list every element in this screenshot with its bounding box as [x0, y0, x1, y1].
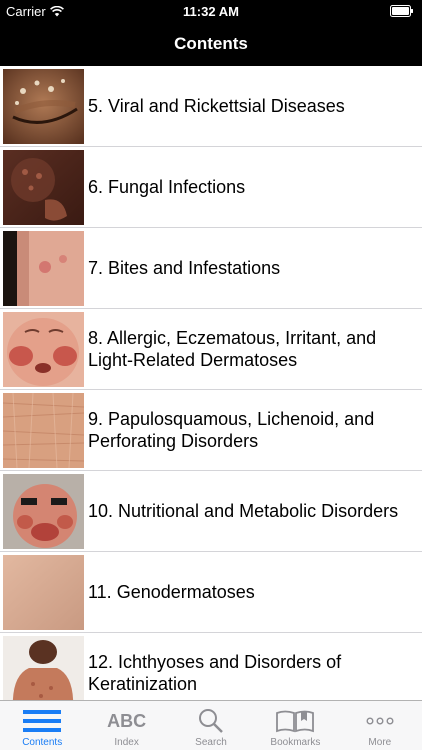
- list-item-chapter-11[interactable]: 11. Genodermatoses: [0, 552, 422, 633]
- list-item-chapter-12[interactable]: 12. Ichthyoses and Disorders of Keratini…: [0, 633, 422, 700]
- list-item-label: 12. Ichthyoses and Disorders of Keratini…: [88, 652, 342, 694]
- tab-contents[interactable]: Contents: [0, 701, 84, 750]
- book-icon: [276, 710, 315, 733]
- child-torso-thumbnail: [3, 636, 84, 700]
- list-item-chapter-8[interactable]: 8. Allergic, Eczematous, Irritant, and L…: [0, 309, 422, 390]
- list-item-label: 11. Genodermatoses: [88, 582, 255, 602]
- tab-label: Bookmarks: [270, 737, 321, 748]
- tab-label: Index: [114, 737, 139, 748]
- tab-label: Contents: [22, 737, 63, 748]
- list-item-label: 5. Viral and Rickettsial Diseases: [88, 96, 345, 116]
- arm-bite-thumbnail: [3, 231, 84, 306]
- list-item-label: 8. Allergic, Eczematous, Irritant, and L…: [88, 328, 377, 370]
- contents-list[interactable]: 5. Viral and Rickettsial Diseases 6. Fun…: [0, 66, 422, 700]
- list-item-label: 10. Nutritional and Metabolic Disorders: [88, 501, 399, 521]
- tab-index[interactable]: ABC Index: [84, 701, 168, 750]
- tab-label: More: [368, 737, 392, 748]
- more-icon: [366, 717, 394, 725]
- tab-bar: Contents ABC Index Search Bookmarks More: [0, 700, 422, 750]
- abc-icon: ABC: [107, 710, 147, 731]
- tab-search[interactable]: Search: [169, 701, 253, 750]
- closed-eye-lesion-thumbnail: [3, 69, 84, 144]
- status-time: 11:32 AM: [183, 4, 239, 19]
- search-icon: [199, 709, 223, 733]
- list-item-chapter-9[interactable]: 9. Papulosquamous, Lichenoid, and Perfor…: [0, 390, 422, 471]
- tab-bookmarks[interactable]: Bookmarks: [253, 701, 337, 750]
- tab-label: Search: [195, 737, 227, 748]
- skin-surface-thumbnail: [3, 555, 84, 630]
- scaly-skin-thumbnail: [3, 393, 84, 468]
- status-bar: Carrier 11:32 AM: [0, 0, 422, 22]
- list-item-chapter-10[interactable]: 10. Nutritional and Metabolic Disorders: [0, 471, 422, 552]
- infant-face-dermatitis-thumbnail: [3, 474, 84, 549]
- page-title: Contents: [174, 34, 248, 53]
- list-icon: [23, 710, 62, 732]
- list-item-chapter-6[interactable]: 6. Fungal Infections: [0, 147, 422, 228]
- battery-icon: [390, 5, 413, 17]
- scalp-rash-thumbnail: [3, 150, 84, 225]
- list-item-label: 6. Fungal Infections: [88, 177, 246, 197]
- tab-more[interactable]: More: [338, 701, 422, 750]
- navigation-bar: Contents: [0, 22, 422, 66]
- list-item-chapter-7[interactable]: 7. Bites and Infestations: [0, 228, 422, 309]
- list-item-chapter-5[interactable]: 5. Viral and Rickettsial Diseases: [0, 66, 422, 147]
- list-item-label: 9. Papulosquamous, Lichenoid, and Perfor…: [88, 409, 375, 451]
- infant-face-rash-thumbnail: [3, 312, 84, 387]
- list-item-label: 7. Bites and Infestations: [88, 258, 281, 278]
